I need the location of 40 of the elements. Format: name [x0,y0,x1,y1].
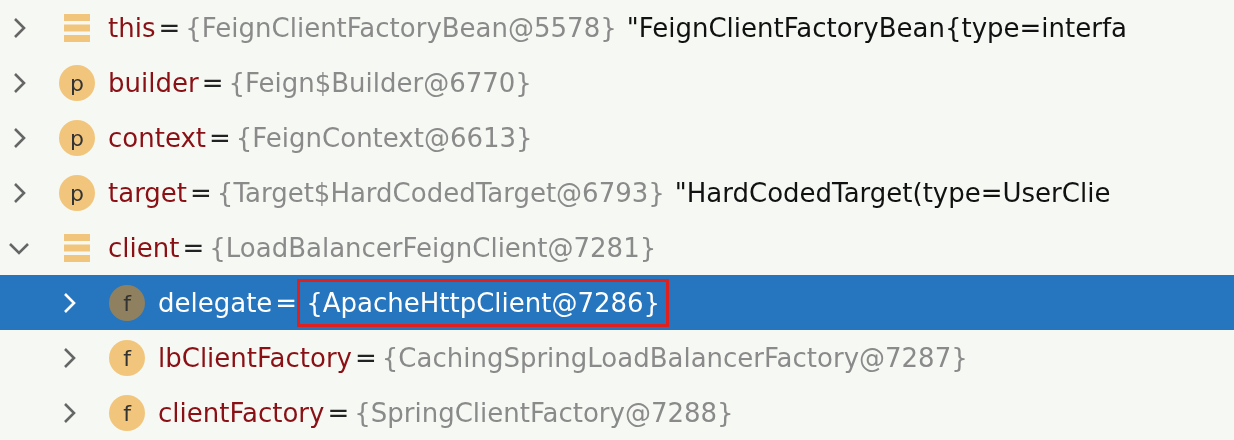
param-badge-icon: p [58,63,96,102]
variable-row[interactable]: f lbClientFactory= {CachingSpringLoadBalancerFactory@7287} [0,330,1234,385]
variable-name: target [108,177,188,208]
variable-value: {FeignContext@6613} [234,122,534,153]
equals-sign: = [201,67,224,98]
variable-row[interactable]: p builder= {Feign$Builder@6770} [0,55,1234,110]
variable-value: {Target$HardCodedTarget@6793} [215,177,666,208]
equals-sign: = [158,12,181,43]
variable-name: lbClientFactory [158,342,352,373]
field-badge-icon: f [108,393,146,432]
variable-name: context [108,122,206,153]
field-badge-icon: f [108,283,146,322]
variable-value: {CachingSpringLoadBalancerFactory@7287} [380,342,969,373]
variable-row[interactable]: this= {FeignClientFactoryBean@5578} "FeignClientFactoryBean{type=interfa [0,0,1234,55]
equals-sign: = [327,397,350,428]
variable-value: {Feign$Builder@6770} [227,67,533,98]
equals-sign: = [275,287,298,318]
variable-name: clientFactory [158,397,325,428]
param-badge-icon: p [58,173,96,212]
value-description: "HardCodedTarget(type=UserClie [674,177,1111,208]
variable-row[interactable]: f clientFactory= {SpringClientFactory@7288} [0,385,1234,440]
equals-sign: = [355,342,377,373]
variable-value: {ApacheHttpClient@7286} [300,281,667,324]
variable-row[interactable]: client= {LoadBalancerFeignClient@7281} [0,220,1234,275]
variable-row[interactable]: p target= {Target$HardCodedTarget@6793} "HardCodedTarget(type=UserClie [0,165,1234,220]
variable-value: {LoadBalancerFeignClient@7281} [208,232,658,263]
variable-name: this [108,12,156,43]
variable-name: builder [108,67,199,98]
equals-sign: = [209,122,231,153]
variable-name: client [108,232,180,263]
equals-sign: = [182,232,205,263]
variable-name: delegate [158,287,273,318]
variable-row[interactable]: f delegate= {ApacheHttpClient@7286} [0,275,1234,330]
variable-value: {SpringClientFactory@7288} [353,397,735,428]
equals-sign: = [190,177,212,208]
variable-value: {FeignClientFactoryBean@5578} [184,12,618,43]
value-description: "FeignClientFactoryBean{type=interfa [626,12,1127,43]
param-badge-icon: p [58,118,96,157]
variable-row[interactable]: p context= {FeignContext@6613} [0,110,1234,165]
field-badge-icon: f [108,338,146,377]
